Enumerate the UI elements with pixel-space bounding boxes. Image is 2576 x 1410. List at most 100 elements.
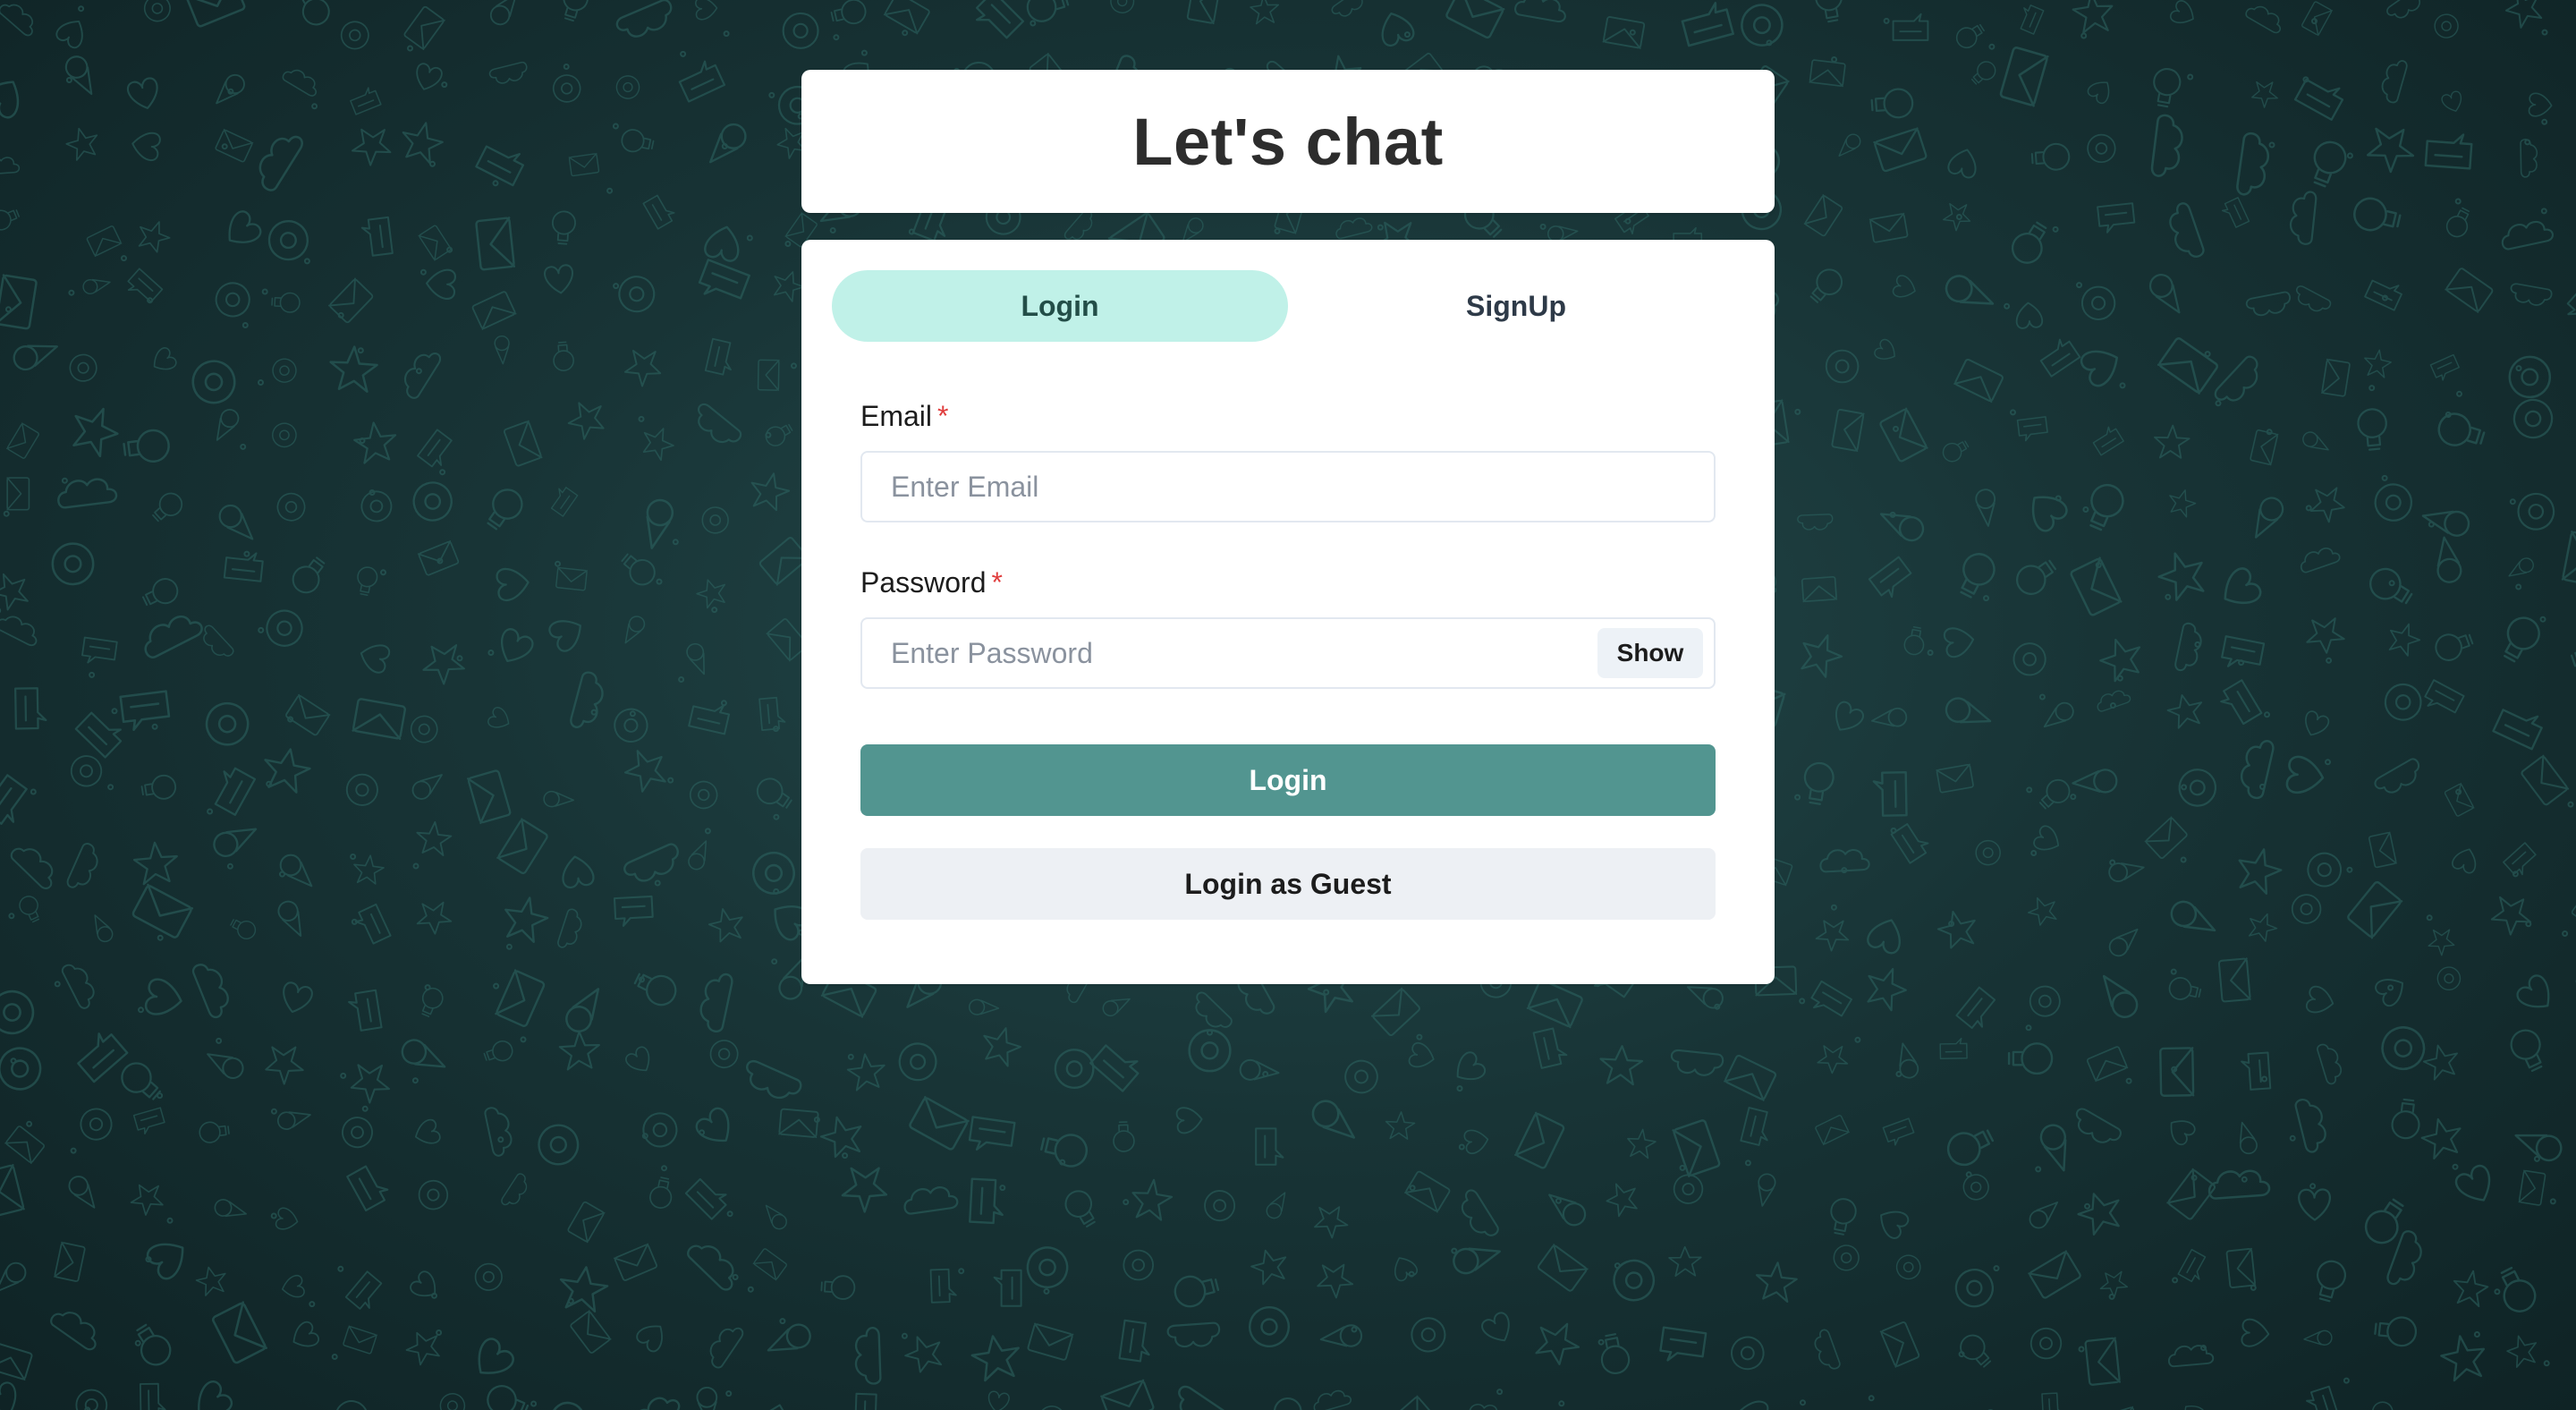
dot-icon: [2494, 1288, 2501, 1295]
dot-icon: [2533, 1155, 2540, 1162]
dot-icon: [1958, 1351, 1965, 1358]
ice-cream-icon: [2255, 497, 2284, 539]
star-icon: [750, 472, 791, 512]
heart-icon: [414, 1118, 441, 1144]
bulb-icon: [487, 1385, 530, 1410]
circle-icon: [618, 276, 656, 313]
dot-icon: [2268, 141, 2275, 149]
dot-icon: [1744, 1159, 1751, 1167]
star-icon: [1815, 920, 1850, 952]
ice-cream-icon: [2108, 928, 2139, 957]
chat-bubble-icon: [2220, 679, 2263, 726]
circle-icon: [80, 1108, 113, 1141]
envelope-icon: [327, 277, 374, 324]
envelope-icon: [503, 420, 543, 467]
cloud-icon: [1331, 0, 1365, 17]
dot-icon: [2456, 390, 2462, 397]
cloud-icon: [66, 843, 98, 888]
ice-cream-icon: [1975, 488, 1996, 527]
dot-icon: [2258, 783, 2266, 790]
heart-icon: [2241, 1318, 2270, 1347]
chat-bubble-icon: [348, 989, 383, 1032]
dot-icon: [2289, 1134, 2296, 1142]
cloud-icon: [2167, 1345, 2215, 1368]
password-label-text: Password: [860, 566, 987, 599]
star-icon: [642, 428, 674, 462]
cloud-icon: [1814, 1329, 1841, 1370]
ice-cream-icon: [543, 790, 574, 808]
dot-icon: [1409, 1185, 1416, 1192]
dot-icon: [2264, 711, 2270, 718]
heart-icon: [544, 264, 574, 294]
dot-icon: [791, 362, 797, 369]
envelope-icon: [883, 0, 930, 35]
ice-cream-icon: [214, 1198, 247, 1218]
star-icon: [1668, 1245, 1702, 1278]
login-button[interactable]: Login: [860, 744, 1716, 816]
dot-icon: [1993, 1265, 2000, 1272]
dot-icon: [771, 958, 778, 965]
cloud-icon: [687, 1244, 734, 1291]
dot-icon: [2567, 801, 2574, 808]
dot-icon: [773, 813, 780, 820]
circle-icon: [51, 542, 95, 586]
heart-icon: [487, 707, 510, 728]
cloud-icon: [1670, 1049, 1724, 1076]
envelope-icon: [1724, 1054, 1777, 1101]
chat-bubble-icon: [1890, 823, 1929, 864]
dot-icon: [1854, 1036, 1861, 1043]
dot-icon: [337, 311, 344, 319]
bulb-icon: [19, 896, 39, 923]
dot-icon: [667, 777, 674, 784]
ice-cream-icon: [277, 900, 302, 937]
bulb-icon: [1830, 1198, 1857, 1236]
envelope-icon: [495, 969, 546, 1027]
tab-signup[interactable]: SignUp: [1288, 270, 1744, 342]
dot-icon: [412, 862, 419, 870]
circle-icon: [2381, 1026, 2426, 1071]
dot-icon: [151, 723, 158, 730]
dot-icon: [309, 1301, 316, 1308]
star-icon: [623, 350, 662, 387]
cloud-icon: [0, 616, 38, 647]
cloud-icon: [903, 1186, 959, 1215]
heart-icon: [1874, 338, 1895, 360]
chat-bubble-icon: [2221, 635, 2266, 667]
star-icon: [353, 421, 397, 464]
bulb-icon: [2510, 1029, 2543, 1073]
heart-icon: [131, 132, 161, 162]
dot-icon: [1458, 1143, 1465, 1151]
star-icon: [2453, 1270, 2489, 1308]
email-field[interactable]: [862, 453, 1714, 521]
show-password-button[interactable]: Show: [1597, 628, 1703, 678]
bulb-icon: [1273, 1397, 1302, 1410]
guest-login-button[interactable]: Login as Guest: [860, 848, 1716, 920]
envelope-icon: [2028, 1250, 2081, 1299]
dot-icon: [567, 1297, 574, 1304]
password-field-wrapper: Show: [860, 617, 1716, 689]
ice-cream-icon: [688, 840, 708, 871]
dot-icon: [726, 1210, 733, 1218]
dot-icon: [492, 180, 499, 187]
dot-icon: [493, 982, 500, 990]
tab-login[interactable]: Login: [832, 270, 1288, 342]
star-icon: [559, 1266, 609, 1312]
cloud-icon: [1514, 0, 1566, 22]
cloud-icon: [2386, 0, 2423, 19]
dot-icon: [765, 431, 772, 438]
required-marker: *: [991, 566, 1003, 599]
bulb-icon: [1942, 440, 1970, 463]
dot-icon: [121, 255, 127, 262]
star-icon: [2366, 127, 2415, 174]
envelope-icon: [403, 5, 445, 51]
star-icon: [329, 345, 378, 393]
dot-icon: [2473, 1331, 2480, 1338]
dot-icon: [2343, 1377, 2350, 1384]
star-icon: [2077, 1193, 2120, 1236]
password-field[interactable]: [862, 619, 1714, 687]
star-icon: [2166, 694, 2203, 729]
dot-icon: [331, 1354, 338, 1360]
heart-icon: [496, 567, 530, 602]
dot-icon: [2084, 1202, 2090, 1210]
ice-cream-icon: [2039, 1124, 2067, 1172]
